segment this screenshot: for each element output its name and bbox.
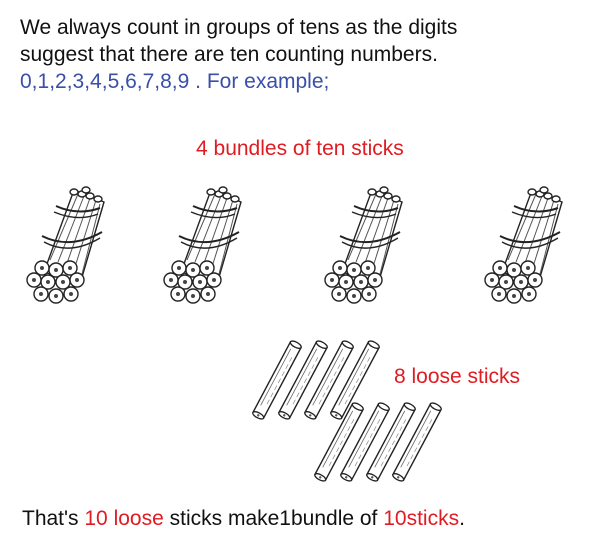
stick-bundle-icon [324, 186, 403, 304]
summary-part-5: . [459, 507, 465, 530]
intro-line-3: 0,1,2,3,4,5,6,7,8,9 . For example; [20, 68, 590, 95]
digits-list: 0,1,2,3,4,5,6,7,8,9 [20, 70, 190, 93]
bundles-row [0, 180, 600, 310]
loose-sticks-bottom [313, 402, 443, 482]
intro-line-2: suggest that there are ten counting numb… [20, 43, 438, 66]
loose-sticks-label: 8 loose sticks [394, 365, 521, 388]
intro-paragraph: We always count in groups of tens as the… [20, 14, 590, 95]
stick-bundle-icon [163, 186, 242, 304]
summary-highlight-loose: 10 loose [84, 507, 164, 530]
example-suffix: . For example; [189, 70, 330, 93]
summary-part-3: sticks make1bundle of [163, 507, 384, 530]
stick-bundle-icon [484, 186, 563, 304]
summary-part-1: That's [22, 507, 85, 530]
intro-line-1: We always count in groups of tens as the… [20, 16, 458, 39]
summary-sentence: That's 10 loose sticks make1bundle of 10… [22, 507, 465, 531]
stick-bundle-icon [26, 186, 105, 304]
summary-highlight-sticks: 10sticks [383, 507, 460, 530]
bundles-label: 4 bundles of ten sticks [196, 137, 404, 160]
